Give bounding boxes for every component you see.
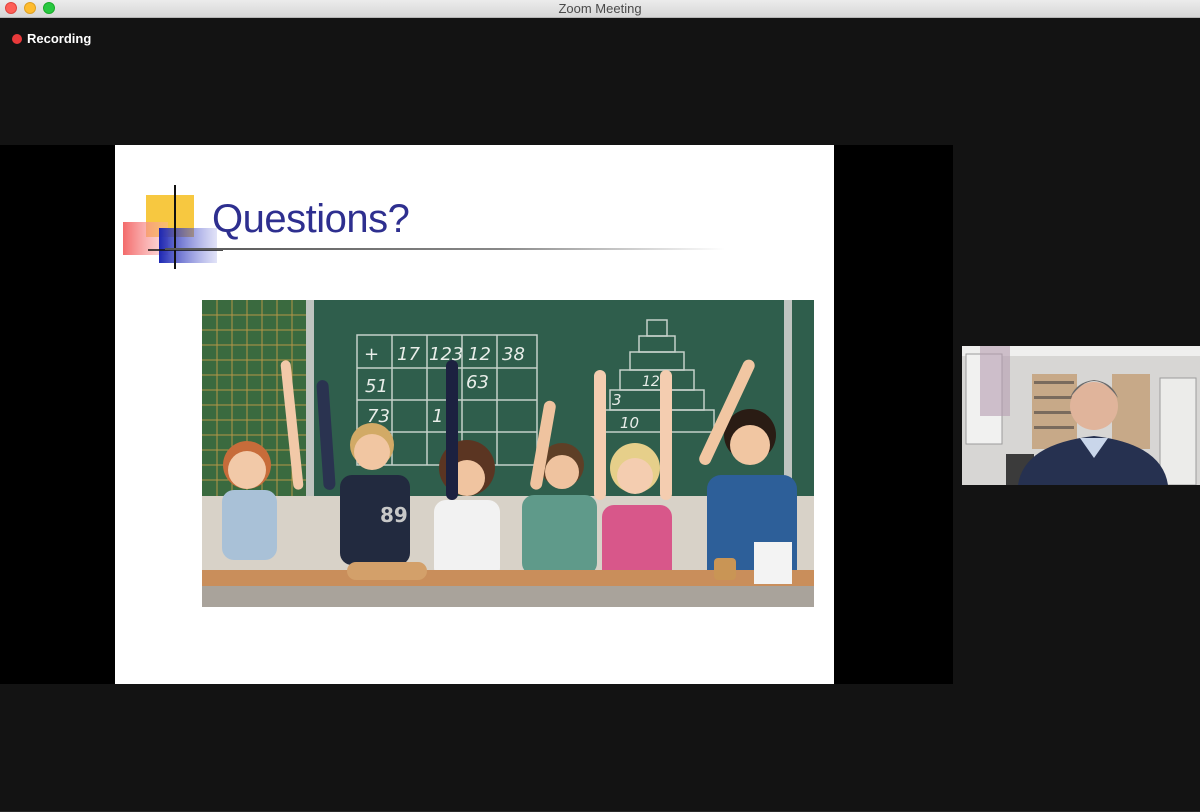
classroom-photo: + 17 123 12 38 51 63 73 1 3 12 10 89 [202,300,814,607]
participant-video[interactable] [962,346,1200,485]
svg-text:51: 51 [365,376,388,397]
svg-text:3: 3 [612,391,622,409]
slide-title: Questions? [212,197,410,241]
svg-text:1: 1 [432,406,443,427]
svg-text:17: 17 [397,344,420,365]
window-title: Zoom Meeting [558,1,642,16]
recording-label: Recording [27,31,92,46]
slide-decoration-icon [123,185,223,269]
svg-text:12: 12 [468,344,491,365]
svg-text:+: + [364,344,379,365]
participant-video-icon [962,346,1200,485]
svg-text:123: 123 [429,344,463,365]
svg-text:38: 38 [502,344,525,365]
svg-text:89: 89 [380,503,408,527]
recording-indicator[interactable]: Recording [12,31,91,46]
svg-text:63: 63 [466,372,489,393]
window-titlebar: Zoom Meeting [0,0,1200,18]
svg-text:10: 10 [620,414,639,432]
title-underline [165,248,725,250]
recording-dot-icon [12,33,22,44]
svg-text:12: 12 [642,374,660,390]
presentation-slide: Questions? + 17 123 12 38 51 63 73 1 3 1… [115,145,834,684]
